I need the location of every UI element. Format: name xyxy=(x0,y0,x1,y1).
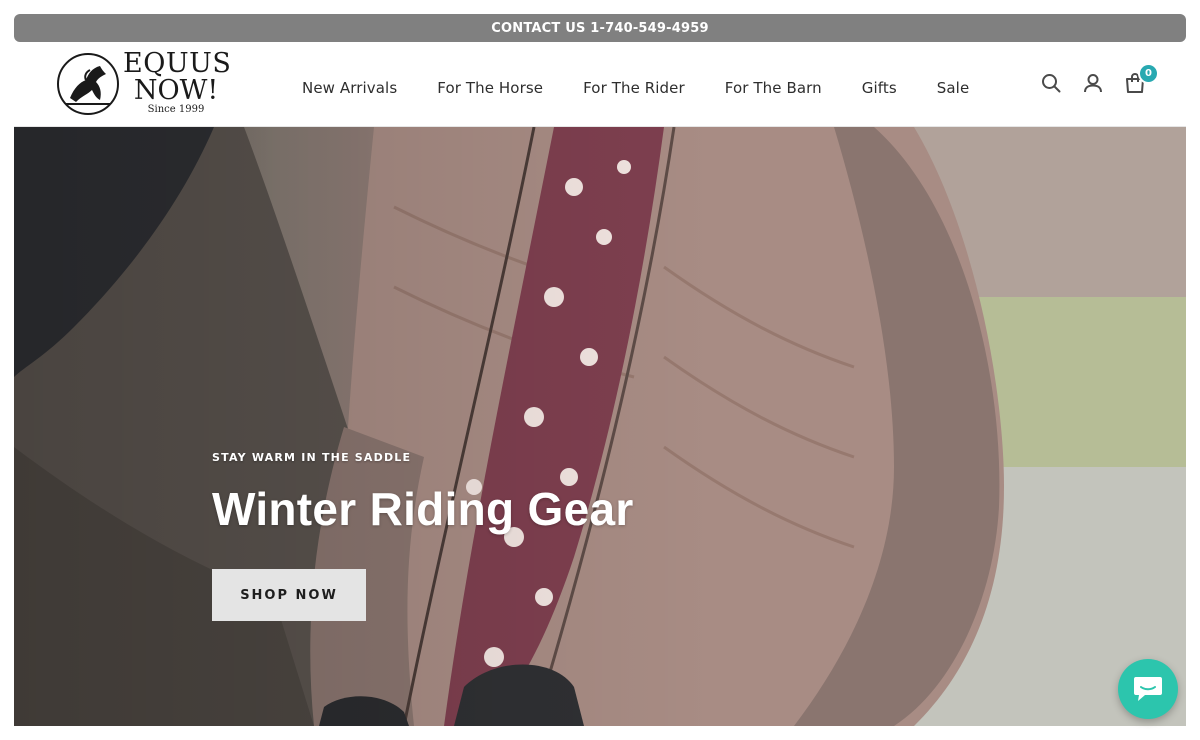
user-icon xyxy=(1084,74,1102,93)
main-nav: New Arrivals For The Horse For The Rider… xyxy=(302,79,1009,97)
nav-item-new-arrivals[interactable]: New Arrivals xyxy=(302,79,397,97)
hero-content: STAY WARM IN THE SADDLE Winter Riding Ge… xyxy=(212,451,634,621)
cart-count-badge: 0 xyxy=(1138,63,1159,84)
shop-now-button[interactable]: SHOP NOW xyxy=(212,569,366,621)
hero-banner: STAY WARM IN THE SADDLE Winter Riding Ge… xyxy=(14,127,1186,726)
search-icon xyxy=(1042,74,1061,93)
horse-emblem-icon xyxy=(57,53,119,115)
nav-item-for-the-horse[interactable]: For The Horse xyxy=(437,79,543,97)
cart-button[interactable]: 0 xyxy=(1124,63,1159,94)
site-header: EQUUS NOW! Since 1999 New Arrivals For T… xyxy=(14,42,1186,127)
hero-eyebrow: STAY WARM IN THE SADDLE xyxy=(212,451,412,464)
hero-overlay xyxy=(14,127,1186,726)
contact-phone-link[interactable]: CONTACT US 1-740-549-4959 xyxy=(491,21,708,36)
search-button[interactable] xyxy=(1040,72,1062,94)
chat-button[interactable] xyxy=(1118,659,1178,719)
chat-bubble-icon xyxy=(1134,677,1162,701)
logo-wordmark: EQUUS NOW! Since 1999 xyxy=(123,48,232,116)
header-actions: 0 xyxy=(1040,63,1159,94)
nav-item-sale[interactable]: Sale xyxy=(937,79,970,97)
announcement-bar: CONTACT US 1-740-549-4959 xyxy=(14,14,1186,42)
nav-item-gifts[interactable]: Gifts xyxy=(862,79,897,97)
site-logo[interactable]: EQUUS NOW! Since 1999 xyxy=(56,50,231,120)
hero-title: Winter Riding Gear xyxy=(212,483,634,535)
nav-item-for-the-barn[interactable]: For The Barn xyxy=(725,79,822,97)
nav-item-for-the-rider[interactable]: For The Rider xyxy=(583,79,685,97)
account-button[interactable] xyxy=(1082,72,1104,94)
